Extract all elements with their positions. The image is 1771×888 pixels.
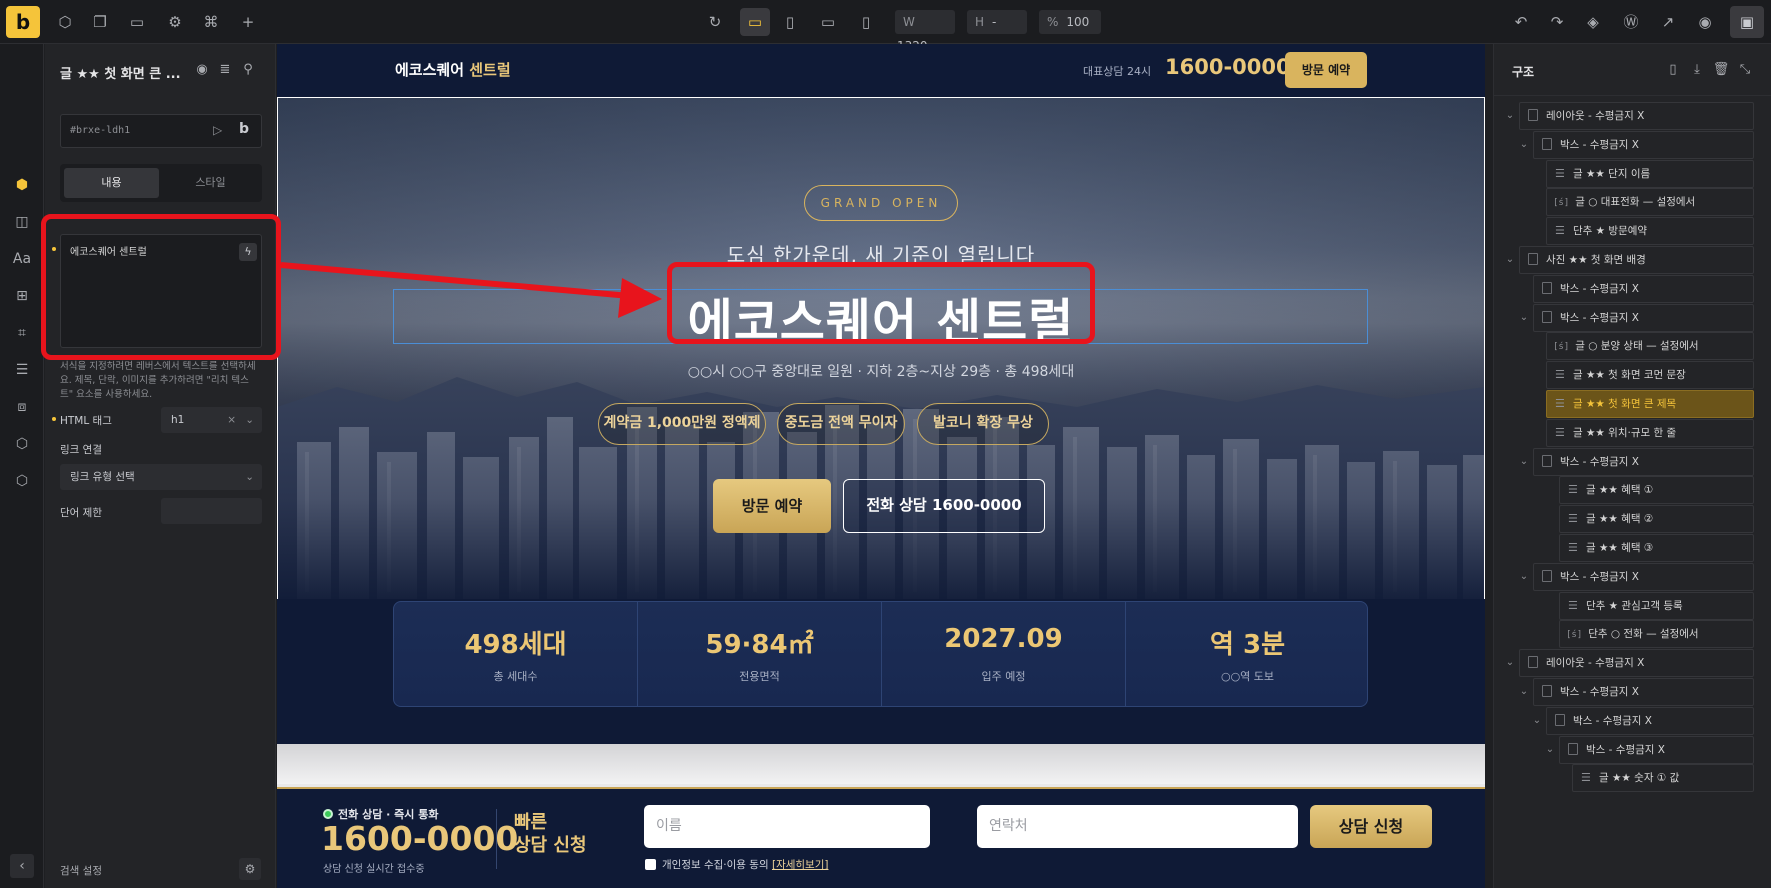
annotation-arrow-icon bbox=[280, 262, 662, 318]
